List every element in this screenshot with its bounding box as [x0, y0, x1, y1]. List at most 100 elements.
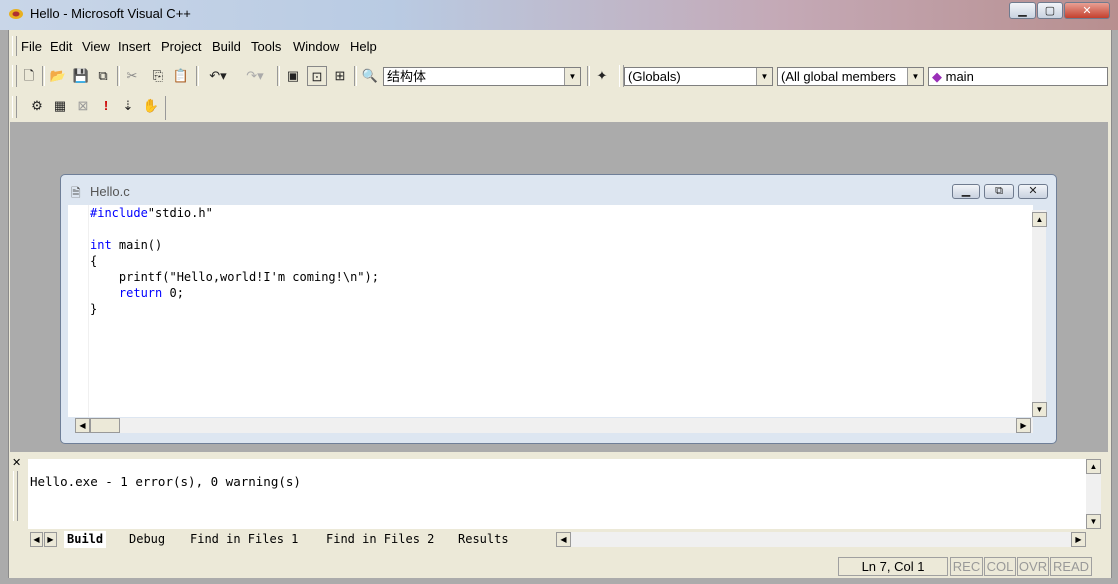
code-line-4: {: [90, 254, 98, 268]
workspace-button[interactable]: ▣: [283, 66, 303, 86]
scroll-left-button[interactable]: ◀: [556, 532, 571, 547]
child-restore-button[interactable]: ⧉: [984, 184, 1014, 199]
class-combo-value: (Globals): [628, 69, 681, 84]
code-keyword: return: [118, 286, 163, 300]
function-combo[interactable]: ◆ main: [928, 67, 1108, 86]
status-read: READ: [1050, 557, 1092, 576]
minimize-icon: ▁: [1018, 5, 1027, 17]
output-text-area[interactable]: [28, 459, 1086, 529]
find-in-files-icon: 🔍: [361, 68, 379, 83]
wizardbar-button[interactable]: ✦: [592, 66, 612, 86]
editor-vertical-scrollbar[interactable]: [1032, 210, 1046, 416]
minimize-button[interactable]: ▁: [1009, 2, 1036, 19]
tab-scroll-right[interactable]: ▶: [44, 532, 57, 547]
separator: [42, 66, 45, 86]
menu-window[interactable]: Window: [293, 39, 339, 54]
code-keyword: int: [90, 238, 112, 252]
child-close-button[interactable]: ✕: [1018, 184, 1048, 199]
open-button[interactable]: 📂: [48, 66, 68, 86]
menu-view[interactable]: View: [82, 39, 110, 54]
menu-edit[interactable]: Edit: [50, 39, 72, 54]
window-title: Hello - Microsoft Visual C++: [30, 6, 191, 21]
breakpoint-icon: ✋: [142, 98, 160, 113]
scroll-right-button[interactable]: ▶: [1016, 418, 1031, 433]
scroll-down-button[interactable]: ▼: [1032, 402, 1047, 417]
window-list-button[interactable]: ⊞: [330, 66, 350, 86]
chevron-down-icon[interactable]: ▼: [907, 68, 923, 85]
vc-app-icon: [9, 9, 23, 19]
close-icon: ✕: [1028, 185, 1038, 197]
menu-build[interactable]: Build: [212, 39, 241, 54]
menu-insert[interactable]: Insert: [118, 39, 151, 54]
menu-project[interactable]: Project: [161, 39, 201, 54]
undo-button[interactable]: ↶▾: [203, 66, 233, 86]
tab-build[interactable]: Build: [64, 531, 107, 548]
scroll-thumb[interactable]: [90, 418, 120, 433]
child-minimize-button[interactable]: ▁: [952, 184, 980, 199]
save-all-button[interactable]: ⧉: [93, 66, 113, 86]
class-combo[interactable]: (Globals) ▼: [624, 67, 773, 86]
tab-find-in-files-2[interactable]: Find in Files 2: [326, 531, 434, 548]
tab-debug[interactable]: Debug: [129, 531, 165, 548]
menu-file[interactable]: File: [21, 39, 42, 54]
find-combo[interactable]: 结构体 ▼: [383, 67, 581, 86]
restore-icon: ⧉: [995, 185, 1003, 197]
scroll-up-button[interactable]: ▲: [1032, 212, 1047, 227]
toolbar-grip[interactable]: [12, 96, 17, 118]
members-combo-value: (All global members: [781, 69, 896, 84]
chevron-down-icon[interactable]: ▼: [756, 68, 772, 85]
code-line-3: int main(): [90, 237, 162, 253]
code-line-5: printf("Hello,world!I'm coming!\n");: [90, 270, 379, 284]
function-combo-value: main: [945, 69, 974, 84]
editor-horizontal-scrollbar[interactable]: [75, 418, 1033, 433]
close-button[interactable]: ✕: [1064, 2, 1110, 19]
new-text-file-icon: 🗋: [23, 68, 35, 83]
build-button[interactable]: ▦: [50, 96, 70, 116]
scroll-left-button[interactable]: ◀: [75, 418, 90, 433]
menu-help[interactable]: Help: [350, 39, 377, 54]
code-editor[interactable]: [68, 205, 1033, 417]
stop-build-button[interactable]: ⊠: [73, 96, 93, 116]
compile-icon: ⚙: [31, 98, 43, 113]
stop-build-icon: ⊠: [77, 98, 89, 113]
execute-button[interactable]: !: [96, 96, 116, 116]
menubar-grip[interactable]: [12, 36, 17, 56]
cut-button[interactable]: ✂: [122, 66, 142, 86]
separator: [117, 66, 120, 86]
scroll-down-button[interactable]: ▼: [1086, 514, 1101, 529]
go-icon: ⇣: [122, 98, 134, 113]
scroll-up-button[interactable]: ▲: [1086, 459, 1101, 474]
tab-results[interactable]: Results: [458, 531, 509, 548]
code-text: "stdio.h": [147, 206, 213, 220]
find-in-files-button[interactable]: 🔍: [360, 66, 380, 86]
new-text-file-button[interactable]: 🗋: [19, 66, 39, 86]
status-ovr: OVR: [1017, 557, 1049, 576]
menu-tools[interactable]: Tools: [251, 39, 281, 54]
menu-bar: File Edit View Insert Project Build Tool…: [10, 34, 1108, 58]
chevron-down-icon[interactable]: ▼: [564, 68, 580, 85]
selection-margin[interactable]: [68, 205, 89, 417]
copy-button[interactable]: ⎘: [148, 66, 168, 86]
output-button[interactable]: ⊡: [307, 66, 327, 86]
code-text: 0;: [162, 286, 184, 300]
close-icon[interactable]: ✕: [12, 456, 21, 469]
maximize-button[interactable]: ▢: [1037, 2, 1063, 19]
code-line-1: #include"stdio.h": [90, 205, 213, 221]
tab-find-in-files-1[interactable]: Find in Files 1: [190, 531, 298, 548]
save-button[interactable]: 💾: [71, 66, 91, 86]
output-grip[interactable]: [13, 471, 18, 521]
toolbar-grip[interactable]: [12, 65, 17, 87]
build-result-line: Hello.exe - 1 error(s), 0 warning(s): [30, 474, 301, 489]
go-button[interactable]: ⇣: [118, 96, 138, 116]
function-icon: ◆: [932, 69, 942, 84]
members-combo[interactable]: (All global members ▼: [777, 67, 924, 86]
tab-scroll-left[interactable]: ◀: [30, 532, 43, 547]
code-text: main(): [111, 238, 163, 252]
scroll-right-button[interactable]: ▶: [1071, 532, 1086, 547]
output-horizontal-scrollbar[interactable]: [556, 532, 1086, 547]
redo-button[interactable]: ↷▾: [240, 66, 270, 86]
paste-button[interactable]: 📋: [171, 66, 191, 86]
compile-button[interactable]: ⚙: [27, 96, 47, 116]
breakpoint-button[interactable]: ✋: [141, 96, 161, 116]
paste-icon: 📋: [172, 68, 190, 83]
